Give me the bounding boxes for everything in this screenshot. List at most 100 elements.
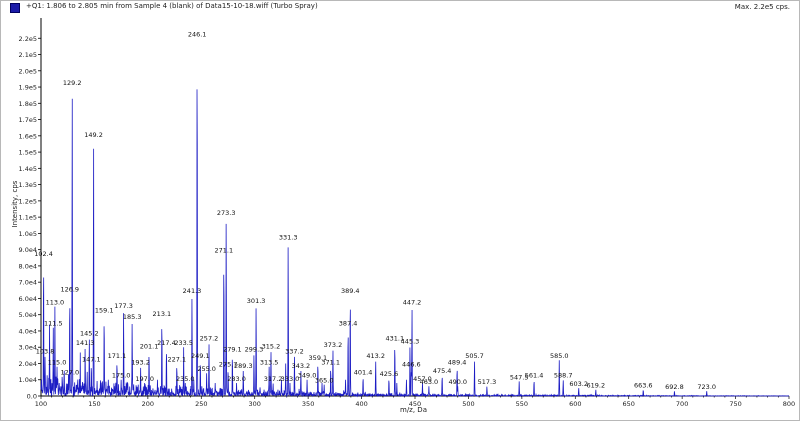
- peak-label: 273.3: [217, 209, 236, 217]
- peak-label: 127.0: [61, 368, 80, 376]
- peak-label: 115.0: [48, 359, 67, 367]
- x-tick-label: 650: [623, 400, 635, 408]
- peak-label: 692.8: [665, 383, 684, 391]
- y-tick-label: 1.9e5: [19, 84, 37, 92]
- y-tick-label: 1.0e4: [19, 376, 37, 384]
- x-tick-label: 200: [142, 400, 154, 408]
- peak-label: 279.1: [223, 346, 242, 354]
- peak-label: 103.8: [36, 347, 55, 355]
- peak-label: 343.2: [292, 362, 311, 370]
- y-tick-label: 1.5e5: [19, 149, 37, 157]
- peak-label: 401.4: [354, 368, 373, 376]
- peak-label: 371.1: [321, 359, 340, 367]
- peak-label: 425.6: [380, 370, 399, 378]
- y-tick-label: 2.1e5: [19, 51, 37, 59]
- peak-label: 603.2: [569, 380, 588, 388]
- peak-label: 141.3: [76, 339, 95, 347]
- y-tick-label: 1.4e5: [19, 165, 37, 173]
- peak-label: 289.3: [234, 362, 253, 370]
- x-tick-label: 700: [676, 400, 688, 408]
- peak-label: 217.4: [157, 339, 176, 347]
- peak-label: 233.5: [174, 339, 193, 347]
- y-tick-label: 1.3e5: [19, 181, 37, 189]
- peak-label: 185.3: [123, 313, 142, 321]
- peak-label: 315.2: [262, 342, 281, 350]
- peak-label: 337.2: [285, 347, 304, 355]
- peak-label: 663.6: [634, 381, 653, 389]
- y-tick-label: 1.2e5: [19, 197, 37, 205]
- y-tick-label: 1.0e5: [19, 230, 37, 238]
- peak-label: 445.3: [401, 338, 420, 346]
- x-tick-label: 400: [355, 400, 367, 408]
- peak-label: 373.2: [324, 341, 343, 349]
- peak-label: 126.9: [60, 286, 79, 294]
- mass-spectrum-plot[interactable]: 0.01.0e42.0e43.0e44.0e45.0e46.0e47.0e48.…: [0, 0, 800, 421]
- y-tick-label: 6.0e4: [19, 295, 37, 303]
- peak-label: 365.0: [315, 377, 334, 385]
- y-tick-label: 3.0e4: [19, 344, 37, 352]
- peak-label: 505.7: [465, 352, 484, 360]
- x-tick-label: 350: [302, 400, 314, 408]
- y-tick-label: 1.8e5: [19, 100, 37, 108]
- peak-label: 271.1: [215, 247, 234, 255]
- peak-label: 246.1: [188, 30, 207, 38]
- peak-label: 149.2: [84, 131, 103, 139]
- peak-label: 301.3: [247, 297, 266, 305]
- peak-label: 517.3: [478, 378, 497, 386]
- peak-label: 333.0: [281, 375, 300, 383]
- peak-label: 490.0: [448, 378, 467, 386]
- peak-label: 257.2: [200, 334, 219, 342]
- x-tick-label: 450: [409, 400, 421, 408]
- x-tick-label: 500: [462, 400, 474, 408]
- y-tick-label: 5.0e4: [19, 311, 37, 319]
- peak-label: 111.5: [44, 320, 63, 328]
- peak-label: 463.0: [420, 378, 439, 386]
- peak-label: 283.0: [227, 375, 246, 383]
- peak-label: 177.3: [114, 302, 133, 310]
- peak-label: 413.2: [366, 352, 385, 360]
- y-tick-label: 2.2e5: [19, 35, 37, 43]
- x-tick-label: 800: [783, 400, 795, 408]
- x-tick-label: 550: [516, 400, 528, 408]
- peak-label: 447.2: [403, 299, 422, 307]
- x-tick-label: 250: [195, 400, 207, 408]
- peak-label: 241.3: [183, 287, 202, 295]
- peak-label: 619.2: [586, 381, 605, 389]
- peak-label: 723.0: [697, 383, 716, 391]
- y-tick-label: 2.0e4: [19, 360, 37, 368]
- peak-label: 561.4: [525, 372, 544, 380]
- peak-label: 313.5: [260, 359, 279, 367]
- peak-label: 475.4: [433, 367, 452, 375]
- peak-label: 349.0: [298, 372, 317, 380]
- peak-label: 227.1: [168, 355, 187, 363]
- peak-label: 193.2: [131, 359, 150, 367]
- y-tick-label: 4.0e4: [19, 327, 37, 335]
- peak-label: 235.0: [176, 375, 195, 383]
- peak-label: 588.7: [554, 372, 573, 380]
- peak-label: 255.0: [197, 365, 216, 373]
- y-tick-label: 7.0e4: [19, 279, 37, 287]
- peak-label: 145.2: [80, 329, 99, 337]
- peak-label: 159.1: [95, 307, 114, 315]
- peak-label: 201.1: [140, 342, 159, 350]
- peak-label: 102.4: [34, 250, 53, 258]
- x-tick-label: 100: [35, 400, 47, 408]
- peak-label: 197.0: [135, 375, 154, 383]
- peak-label: 213.1: [153, 310, 172, 318]
- x-tick-label: 300: [249, 400, 261, 408]
- y-tick-label: 2.0e5: [19, 67, 37, 75]
- peak-label: 389.4: [341, 287, 360, 295]
- peak-label: 113.0: [46, 299, 65, 307]
- peak-label: 387.4: [339, 320, 358, 328]
- peak-label: 585.0: [550, 352, 569, 360]
- peak-label: 446.6: [402, 360, 421, 368]
- y-tick-label: 1.7e5: [19, 116, 37, 124]
- y-tick-label: 1.1e5: [19, 214, 37, 222]
- peak-label: 331.3: [279, 234, 298, 242]
- x-tick-label: 600: [569, 400, 581, 408]
- peak-label: 171.1: [108, 352, 127, 360]
- peak-label: 147.1: [82, 355, 101, 363]
- peak-label: 299.3: [245, 346, 264, 354]
- peak-label: 489.4: [448, 359, 467, 367]
- peak-label: 249.1: [191, 352, 210, 360]
